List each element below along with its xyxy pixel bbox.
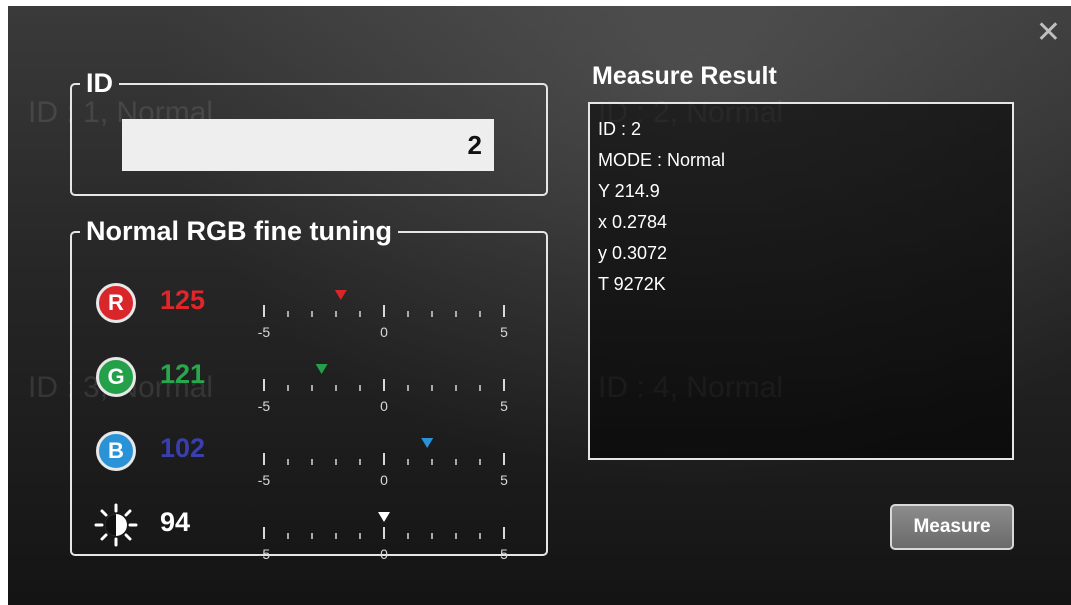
slider-marker[interactable] — [334, 290, 347, 300]
rgb-tuning-legend: Normal RGB fine tuning — [86, 216, 392, 246]
id-group: ID — [70, 68, 548, 196]
brightness-icon — [94, 503, 138, 547]
red-badge-icon: R — [96, 283, 136, 323]
red-tuning-row: R 125 -5 0 5 — [72, 275, 546, 345]
id-input[interactable] — [122, 119, 494, 171]
measure-result-line: ID : 2 — [598, 119, 642, 139]
slider-marker[interactable] — [315, 364, 328, 374]
scale-label: 0 — [380, 398, 388, 414]
green-badge-icon: G — [96, 357, 136, 397]
scale-label: 5 — [500, 398, 508, 414]
scale-label: -5 — [258, 398, 271, 414]
scale-label: -5 — [258, 324, 271, 340]
brightness-tuning-row: 94 -5 0 5 — [72, 497, 546, 567]
scale-label: 0 — [380, 324, 388, 340]
green-tuning-row: G 121 -5 0 5 — [72, 349, 546, 419]
measure-result-line: y 0.3072 — [598, 243, 668, 263]
blue-badge-icon: B — [96, 431, 136, 471]
id-legend: ID — [86, 68, 113, 98]
brightness-value: 94 — [160, 507, 191, 537]
blue-value: 102 — [160, 433, 206, 463]
scale-label: -5 — [258, 546, 271, 562]
slider-marker[interactable] — [378, 512, 390, 522]
measure-result-line: MODE : Normal — [598, 150, 726, 170]
measure-button[interactable]: Measure — [890, 504, 1014, 550]
scale-label: 5 — [500, 324, 508, 340]
scale-label: -5 — [258, 472, 271, 488]
measure-result-title: Measure Result — [592, 62, 777, 90]
blue-tuning-row: B 102 -5 0 5 — [72, 423, 546, 493]
close-icon[interactable]: ✕ — [1036, 18, 1061, 48]
measure-result-line: Y 214.9 — [598, 181, 660, 201]
scale-label: 0 — [380, 472, 388, 488]
red-slider[interactable]: -5 0 5 — [240, 275, 520, 345]
measure-result-line: T 9272K — [598, 274, 666, 294]
blue-slider[interactable]: -5 0 5 — [240, 423, 520, 493]
green-slider[interactable]: -5 0 5 — [240, 349, 520, 419]
measure-result-panel: ID : 2 MODE : Normal Y 214.9 x 0.2784 y 0.30… — [588, 102, 1014, 460]
green-value: 121 — [160, 359, 206, 389]
scale-label: 0 — [380, 546, 388, 562]
measure-result-line: x 0.2784 — [598, 212, 668, 232]
scale-label: 5 — [500, 472, 508, 488]
brightness-slider[interactable]: -5 0 5 — [240, 497, 520, 567]
slider-marker[interactable] — [421, 438, 434, 448]
rgb-tuning-group: Normal RGB fine tuning R 125 -5 0 5 G 121 … — [70, 216, 548, 562]
scale-label: 5 — [500, 546, 508, 562]
red-value: 125 — [160, 285, 206, 315]
measure-dialog: ID : 1, Normal ID : 2, Normal ID : 3, No… — [8, 6, 1071, 605]
